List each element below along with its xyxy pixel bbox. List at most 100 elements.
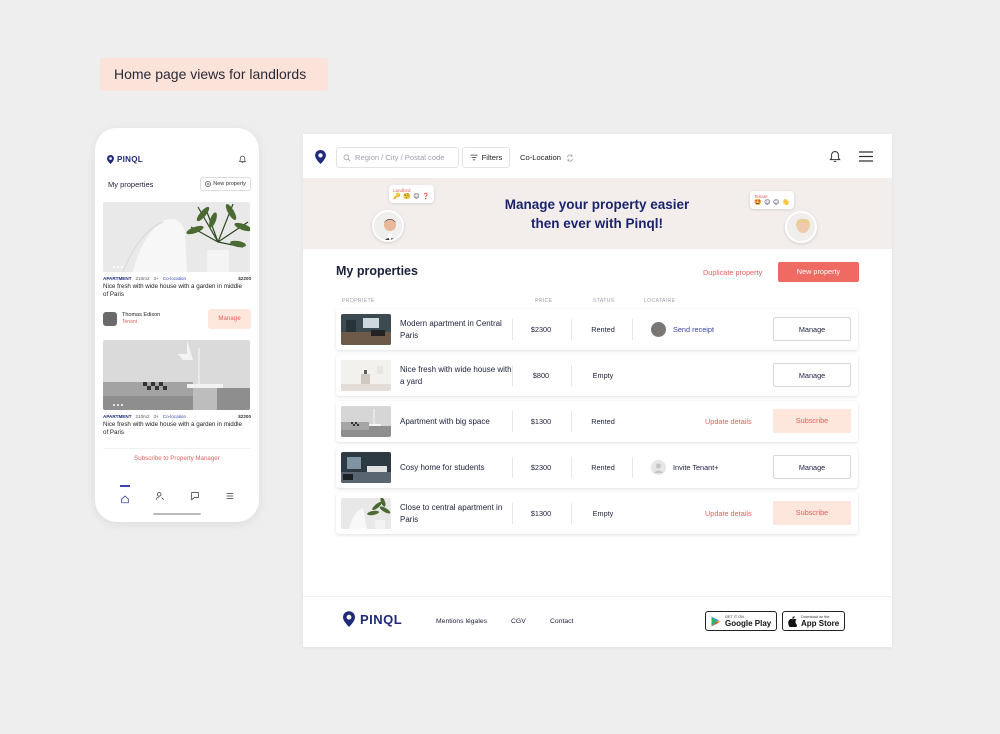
search-placeholder: Region / City / Postal code: [355, 153, 445, 162]
table-row[interactable]: Modern apartment in Central Paris $2300 …: [336, 309, 858, 350]
new-property-button[interactable]: New property: [778, 262, 859, 282]
property-name[interactable]: Nice fresh with wide house with a yard: [400, 364, 512, 388]
property-price: $2300: [530, 463, 552, 472]
manage-button[interactable]: Manage: [773, 455, 851, 479]
property-price: $2300: [530, 325, 552, 334]
footer-logo[interactable]: PINQL: [343, 611, 402, 627]
send-receipt-link[interactable]: Send receipt: [673, 325, 714, 334]
property-photo: [103, 202, 250, 272]
hamburger-menu-icon[interactable]: [859, 151, 873, 162]
mobile-section-title: My properties: [108, 179, 154, 189]
table-row[interactable]: Apartment with big space $1300 Rented Up…: [336, 401, 858, 442]
plus-circle-icon: [205, 181, 212, 187]
column-header-status: STATUS: [593, 298, 615, 304]
property-status: Empty: [592, 509, 614, 518]
mobile-property-card[interactable]: APARTMENT 210m2 3+ Co-location $2200 Nic…: [103, 202, 251, 329]
property-name[interactable]: Close to central apartment in Paris: [400, 502, 512, 526]
property-status: Empty: [592, 371, 614, 380]
home-icon[interactable]: [119, 485, 130, 509]
chat-icon[interactable]: [190, 488, 200, 506]
landlord-bubble: Landlord 🔑 🧐 😊 ❓: [389, 185, 435, 203]
pin-icon: [107, 154, 114, 164]
property-price: $800: [532, 371, 550, 380]
footer-link-mentions[interactable]: Mentions légales: [436, 618, 487, 625]
avatar: [103, 312, 117, 326]
property-thumbnail: [341, 406, 391, 437]
tenant-role: Tenant: [122, 319, 138, 325]
desktop-frame: Region / City / Postal code Filters Co-L…: [303, 134, 892, 647]
tenant-row: Thomas Edison Tenant Manage: [103, 309, 251, 329]
property-status: Rented: [591, 325, 615, 334]
tenant-bubble: Tenant 🤩 😊 😊 👋: [750, 191, 794, 209]
property-title: Nice fresh with wide house with a garden…: [103, 283, 242, 298]
property-price: $1300: [530, 509, 552, 518]
tenant-avatar: [785, 211, 817, 243]
mobile-brand: PINQL: [117, 154, 143, 164]
search-input[interactable]: Region / City / Postal code: [336, 147, 459, 168]
column-header-price: PRICE: [535, 298, 553, 304]
subscribe-button[interactable]: Subscribe: [773, 409, 851, 433]
subscribe-button[interactable]: Subscribe: [773, 501, 851, 525]
table-row[interactable]: Close to central apartment in Paris $130…: [336, 493, 858, 534]
mobile-bottom-nav: [95, 483, 259, 511]
home-indicator: [153, 513, 201, 515]
property-thumbnail: [341, 498, 391, 529]
footer-brand: PINQL: [360, 611, 403, 627]
swap-icon: [567, 154, 573, 161]
column-header-property: PROPRIETE: [342, 298, 375, 304]
footer-link-contact[interactable]: Contact: [550, 618, 573, 625]
invite-tenant-link[interactable]: Invite Tenant+: [673, 463, 719, 472]
property-thumbnail: [341, 360, 391, 391]
mobile-new-property-button[interactable]: New property: [200, 177, 251, 191]
update-details-link[interactable]: Update details: [705, 509, 752, 518]
bell-icon[interactable]: [829, 150, 841, 163]
page-title: My properties: [336, 264, 418, 278]
colocation-toggle[interactable]: Co-Location: [520, 153, 574, 162]
search-icon: [343, 154, 351, 161]
mobile-section-header: My properties New property: [108, 176, 251, 192]
update-details-link[interactable]: Update details: [705, 417, 752, 426]
pin-logo-icon: [343, 611, 355, 627]
property-meta: APARTMENT 210m2 3+ Co-location $2200: [103, 276, 251, 281]
manage-button[interactable]: Manage: [773, 317, 851, 341]
bell-icon[interactable]: [238, 155, 247, 164]
property-name[interactable]: Apartment with big space: [400, 416, 512, 428]
footer-link-cgv[interactable]: CGV: [511, 618, 526, 625]
table-row[interactable]: Nice fresh with wide house with a yard $…: [336, 355, 858, 396]
page-heading-tag: Home page views for landlords: [100, 58, 328, 91]
google-play-badge[interactable]: GET IT ON Google Play: [705, 611, 778, 631]
subscribe-property-manager-link[interactable]: Subscribe to Property Manager: [103, 448, 251, 470]
property-meta: APARTMENT 210m2 3+ Co-location $2200: [103, 414, 251, 419]
property-title: Nice fresh with wide house with a garden…: [103, 421, 242, 436]
filters-button[interactable]: Filters: [462, 147, 510, 168]
mobile-header: PINQL: [107, 152, 247, 166]
pin-logo-icon[interactable]: [315, 150, 326, 164]
menu-icon[interactable]: [225, 488, 235, 506]
promo-banner: Manage your property easier then ever wi…: [303, 178, 892, 249]
manage-button[interactable]: Manage: [208, 309, 251, 329]
property-name[interactable]: Cosy home for students: [400, 462, 512, 474]
user-search-icon[interactable]: [155, 488, 165, 506]
duplicate-property-link[interactable]: Duplicate property: [703, 268, 762, 277]
apple-icon: [788, 615, 797, 627]
banner-headline: Manage your property easier then ever wi…: [504, 197, 690, 231]
mobile-property-card[interactable]: APARTMENT 210m2 3+ Co-location $2200 Nic…: [103, 340, 251, 437]
user-placeholder-icon: [651, 460, 666, 475]
property-name[interactable]: Modern apartment in Central Paris: [400, 318, 512, 342]
tenant-action[interactable]: Send receipt: [651, 318, 714, 341]
mobile-logo[interactable]: PINQL: [107, 154, 143, 164]
property-status: Rented: [591, 417, 615, 426]
manage-button[interactable]: Manage: [773, 363, 851, 387]
column-header-tenant: LOCATAIRE: [644, 298, 676, 304]
tenant-action[interactable]: Invite Tenant+: [651, 456, 719, 479]
avatar: [651, 322, 666, 337]
property-price: $1300: [530, 417, 552, 426]
tenant-name: Thomas Edison: [122, 312, 161, 318]
landlord-avatar: [372, 210, 404, 242]
google-play-icon: [711, 616, 721, 626]
filter-icon: [470, 154, 478, 161]
property-thumbnail: [341, 314, 391, 345]
property-photo: [103, 340, 250, 410]
table-row[interactable]: Cosy home for students $2300 Rented Invi…: [336, 447, 858, 488]
app-store-badge[interactable]: Download on the App Store: [782, 611, 846, 631]
